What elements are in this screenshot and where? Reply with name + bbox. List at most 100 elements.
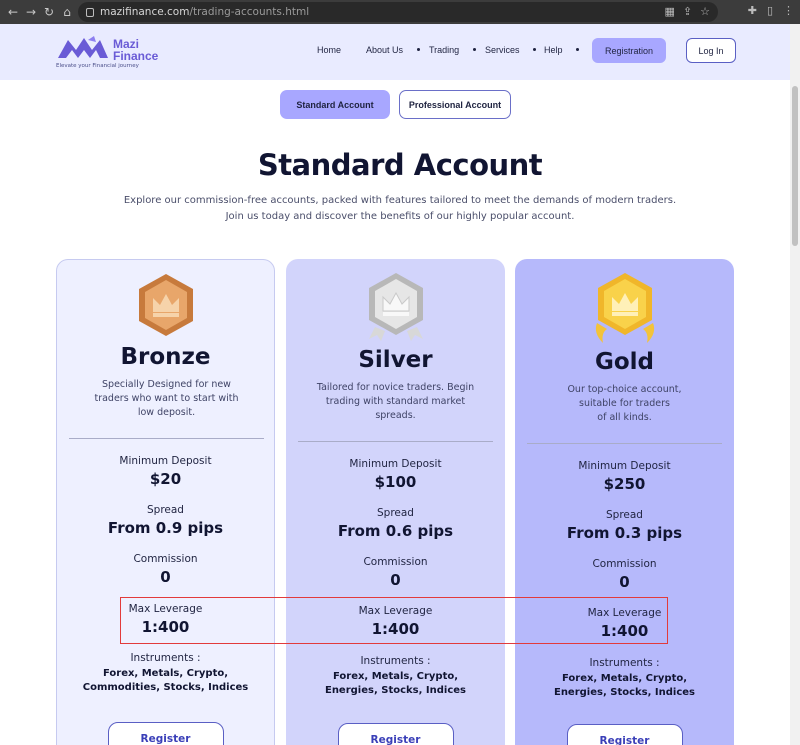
registration-button[interactable]: Registration bbox=[592, 38, 666, 63]
crown-icon bbox=[138, 274, 193, 336]
spread-label: Spread bbox=[606, 509, 643, 521]
commission-label: Commission bbox=[592, 558, 657, 570]
crown-icon bbox=[368, 273, 423, 341]
tab-standard-account[interactable]: Standard Account bbox=[280, 90, 390, 119]
min-deposit-value: $20 bbox=[149, 470, 182, 488]
scrollbar-thumb[interactable] bbox=[792, 86, 798, 246]
desc-line: of all kinds. bbox=[597, 412, 652, 423]
tier-name: Silver bbox=[358, 347, 433, 373]
min-deposit-value: $250 bbox=[603, 475, 646, 493]
spread-value: From 0.9 pips bbox=[107, 519, 224, 537]
forward-icon[interactable]: → bbox=[22, 5, 40, 19]
menu-kebab-icon[interactable]: ⋮ bbox=[783, 4, 794, 17]
intro-line-2: Join us today and discover the benefits … bbox=[225, 211, 575, 222]
lock-icon bbox=[86, 7, 94, 17]
site-logo[interactable]: Mazi Finance Elevate your Financial jour… bbox=[56, 32, 166, 72]
desc-line: low deposit. bbox=[137, 407, 196, 418]
nav-help[interactable]: Help bbox=[544, 45, 563, 55]
register-silver-button[interactable]: Register bbox=[337, 723, 454, 745]
card-divider bbox=[69, 438, 264, 439]
nav-home[interactable]: Home bbox=[317, 45, 341, 55]
commission-value: 0 bbox=[390, 571, 401, 589]
intro-line-1: Explore our commission-free accounts, pa… bbox=[123, 195, 677, 206]
browser-toolbar: ← → ↻ ⌂ mazifinance.com/trading-accounts… bbox=[0, 0, 800, 24]
instruments-line: Energies, Stocks, Indices bbox=[324, 685, 466, 696]
register-bronze-button[interactable]: Register bbox=[107, 722, 224, 745]
url-path: /trading-accounts.html bbox=[189, 6, 310, 18]
max-leverage-label: Max Leverage bbox=[587, 607, 662, 619]
logo-name-line2: Finance bbox=[113, 49, 159, 63]
sidepanel-icon[interactable]: ▯ bbox=[767, 4, 773, 17]
max-leverage-label: Max Leverage bbox=[358, 605, 433, 617]
translate-icon[interactable]: ▦ bbox=[665, 5, 675, 18]
address-bar[interactable]: mazifinance.com/trading-accounts.html ▦ … bbox=[78, 2, 718, 22]
share-icon[interactable]: ⇪ bbox=[683, 5, 692, 18]
tier-name: Bronze bbox=[120, 344, 211, 370]
tier-description: Our top-choice account, suitable for tra… bbox=[525, 383, 724, 425]
back-icon[interactable]: ← bbox=[4, 5, 22, 19]
login-button[interactable]: Log In bbox=[686, 38, 736, 63]
intro-text: Explore our commission-free accounts, pa… bbox=[100, 193, 700, 225]
extensions-icon[interactable]: ✚ bbox=[748, 4, 757, 17]
spread-value: From 0.3 pips bbox=[566, 524, 683, 542]
commission-value: 0 bbox=[619, 573, 630, 591]
instruments-line: Energies, Stocks, Indices bbox=[553, 687, 695, 698]
instruments-line: Forex, Metals, Crypto, bbox=[102, 668, 229, 679]
max-leverage-label: Max Leverage bbox=[128, 603, 203, 615]
desc-line: spreads. bbox=[375, 410, 416, 421]
nav-about[interactable]: About Us bbox=[366, 45, 403, 55]
desc-line: Tailored for novice traders. Begin bbox=[316, 382, 475, 393]
max-leverage-value: 1:400 bbox=[371, 620, 420, 638]
desc-line: traders who want to start with bbox=[94, 393, 239, 404]
nav-dot-icon bbox=[533, 48, 536, 51]
account-card-gold: Gold Our top-choice account, suitable fo… bbox=[515, 259, 734, 745]
nav-trading[interactable]: Trading bbox=[429, 45, 459, 55]
tab-professional-account[interactable]: Professional Account bbox=[399, 90, 511, 119]
page-title: Standard Account bbox=[257, 148, 543, 182]
commission-label: Commission bbox=[133, 553, 198, 565]
tier-name: Gold bbox=[594, 349, 655, 375]
card-divider bbox=[298, 441, 493, 442]
instruments-value: Forex, Metals, Crypto, Energies, Stocks,… bbox=[286, 670, 505, 698]
instruments-label: Instruments : bbox=[130, 652, 201, 664]
nav-services[interactable]: Services bbox=[485, 45, 520, 55]
crown-icon bbox=[595, 273, 654, 343]
card-divider bbox=[527, 443, 722, 444]
spread-label: Spread bbox=[377, 507, 414, 519]
instruments-value: Forex, Metals, Crypto, Energies, Stocks,… bbox=[515, 672, 734, 700]
instruments-value: Forex, Metals, Crypto, Commodities, Stoc… bbox=[57, 667, 274, 695]
url-host: mazifinance.com bbox=[100, 6, 190, 18]
desc-line: Specially Designed for new bbox=[102, 379, 231, 390]
instruments-line: Forex, Metals, Crypto, bbox=[332, 671, 459, 682]
instruments-line: Commodities, Stocks, Indices bbox=[82, 682, 249, 693]
min-deposit-label: Minimum Deposit bbox=[119, 455, 212, 467]
nav-dot-icon bbox=[576, 48, 579, 51]
instruments-label: Instruments : bbox=[360, 655, 431, 667]
desc-line: trading with standard market bbox=[325, 396, 466, 407]
site-header: Mazi Finance Elevate your Financial jour… bbox=[0, 24, 800, 80]
page-scrollbar[interactable] bbox=[790, 24, 800, 745]
logo-mark-icon bbox=[58, 36, 108, 58]
reload-icon[interactable]: ↻ bbox=[40, 5, 58, 19]
logo-tagline: Elevate your Financial journey bbox=[56, 63, 139, 69]
register-gold-button[interactable]: Register bbox=[566, 724, 683, 745]
spread-label: Spread bbox=[147, 504, 184, 516]
commission-label: Commission bbox=[363, 556, 428, 568]
nav-dot-icon bbox=[417, 48, 420, 51]
nav-dot-icon bbox=[473, 48, 476, 51]
commission-value: 0 bbox=[160, 568, 171, 586]
max-leverage-value: 1:400 bbox=[141, 618, 190, 636]
max-leverage-value: 1:400 bbox=[600, 622, 649, 640]
instruments-line: Forex, Metals, Crypto, bbox=[561, 673, 688, 684]
bookmark-star-icon[interactable]: ☆ bbox=[700, 5, 710, 18]
tier-description: Specially Designed for new traders who w… bbox=[67, 378, 266, 420]
desc-line: Our top-choice account, bbox=[567, 384, 682, 395]
min-deposit-label: Minimum Deposit bbox=[578, 460, 671, 472]
account-card-silver: Silver Tailored for novice traders. Begi… bbox=[286, 259, 505, 745]
desc-line: suitable for traders bbox=[579, 398, 670, 409]
account-card-bronze: Bronze Specially Designed for new trader… bbox=[56, 259, 275, 745]
home-icon[interactable]: ⌂ bbox=[58, 5, 76, 19]
spread-value: From 0.6 pips bbox=[337, 522, 454, 540]
min-deposit-value: $100 bbox=[374, 473, 417, 491]
min-deposit-label: Minimum Deposit bbox=[349, 458, 442, 470]
